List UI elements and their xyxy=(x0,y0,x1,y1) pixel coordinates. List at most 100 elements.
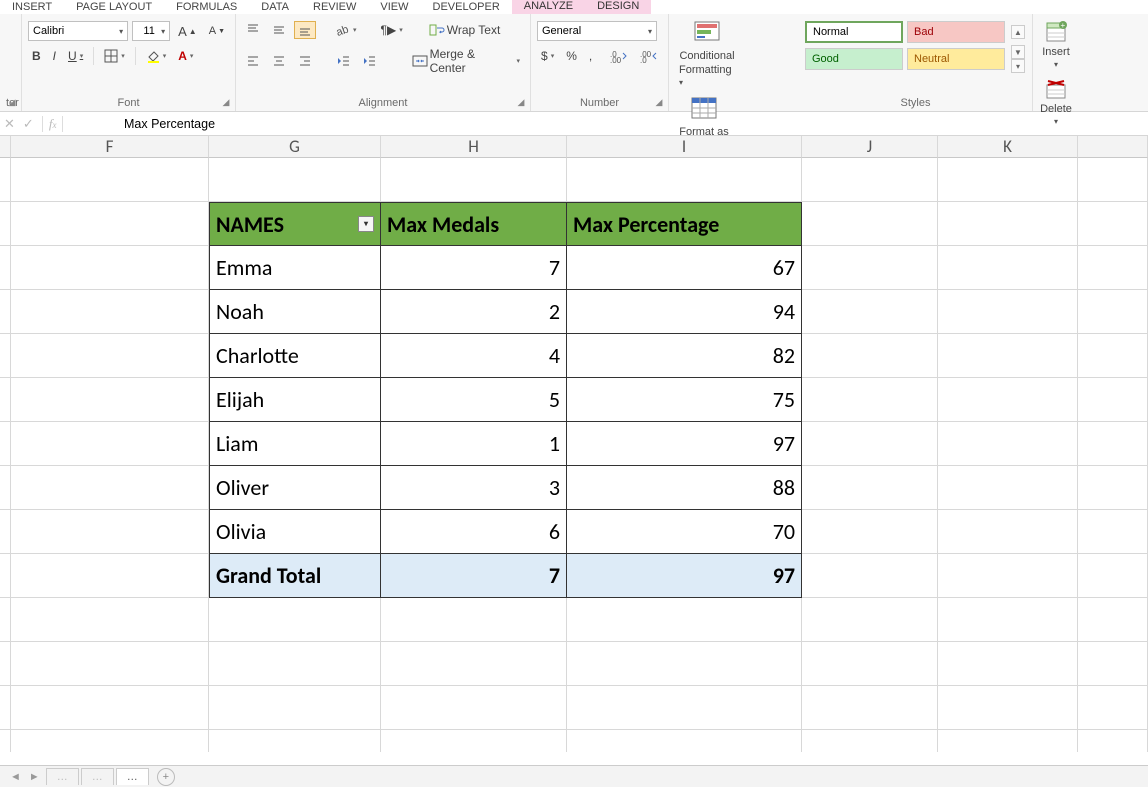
pivot-cell-medals: 6 xyxy=(381,510,567,554)
tab-insert[interactable]: INSERT xyxy=(0,1,64,14)
tab-design[interactable]: DESIGN xyxy=(585,0,651,14)
pivot-cell-medals: 2 xyxy=(381,290,567,334)
style-bad[interactable]: Bad xyxy=(907,21,1005,43)
sheet-nav-prev[interactable]: ◄ xyxy=(6,771,25,783)
col-header-G[interactable]: G xyxy=(209,136,381,158)
pivot-row[interactable]: Olivia670 xyxy=(209,510,802,554)
col-header-F[interactable]: F xyxy=(11,136,209,158)
font-dialog-launcher[interactable]: ◢ xyxy=(221,97,231,107)
borders-icon xyxy=(104,49,118,63)
align-right-icon xyxy=(298,54,312,68)
percent-format-button[interactable]: % xyxy=(562,47,581,65)
col-header-partial2[interactable] xyxy=(1078,136,1148,158)
pivot-grand-total-row[interactable]: Grand Total 7 97 xyxy=(209,554,802,598)
align-right-button[interactable] xyxy=(294,52,316,70)
enter-formula-icon[interactable]: ✓ xyxy=(23,116,34,132)
increase-decimal-button[interactable]: .0.00 xyxy=(606,47,632,65)
col-header-H[interactable]: H xyxy=(381,136,567,158)
text-direction-button[interactable]: ¶▶▾ xyxy=(377,21,407,39)
orientation-button[interactable]: ab▾ xyxy=(332,21,361,39)
pivot-header-medals[interactable]: Max Medals xyxy=(381,202,567,246)
cancel-formula-icon[interactable]: ✕ xyxy=(4,116,15,132)
style-normal[interactable]: Normal xyxy=(805,21,903,43)
font-color-button[interactable]: A ▾ xyxy=(174,47,197,65)
align-center-icon xyxy=(272,54,286,68)
col-header-K[interactable]: K xyxy=(938,136,1078,158)
style-neutral[interactable]: Neutral xyxy=(907,48,1005,70)
align-bottom-button[interactable] xyxy=(294,21,316,39)
align-center-button[interactable] xyxy=(268,52,290,70)
pivot-cell-pct: 94 xyxy=(567,290,802,334)
pivot-row[interactable]: Elijah575 xyxy=(209,378,802,422)
increase-indent-button[interactable] xyxy=(358,52,380,70)
styles-expand[interactable]: ▾ xyxy=(1011,59,1025,73)
styles-scroll-up[interactable]: ▲ xyxy=(1011,25,1025,39)
pivot-cell-name: Olivia xyxy=(209,510,381,554)
merge-center-button[interactable]: Merge & Center ▾ xyxy=(408,45,524,77)
font-size-select[interactable]: 11 ▾ xyxy=(132,21,170,41)
worksheet-grid[interactable]: F G H I J K NAMES ▾ Max Medals Max Perce… xyxy=(0,136,1148,752)
number-dialog-launcher[interactable]: ◢ xyxy=(654,97,664,107)
tab-data[interactable]: DATA xyxy=(249,1,301,14)
sheet-tab-2[interactable]: … xyxy=(81,768,114,785)
comma-format-button[interactable]: , xyxy=(585,47,596,65)
accounting-format-button[interactable]: $▾ xyxy=(537,47,558,65)
tab-analyze[interactable]: ANALYZE xyxy=(512,0,585,14)
sheet-tab-1[interactable]: … xyxy=(46,768,79,785)
styles-scroll-down[interactable]: ▼ xyxy=(1011,45,1025,59)
increase-font-button[interactable]: A▲ xyxy=(174,22,201,41)
pivot-row[interactable]: Emma767 xyxy=(209,246,802,290)
pivot-header-names[interactable]: NAMES ▾ xyxy=(209,202,381,246)
pivot-header-pct[interactable]: Max Percentage xyxy=(567,202,802,246)
number-format-select[interactable]: General ▾ xyxy=(537,21,657,41)
insert-cells-button[interactable]: + Insert▾ xyxy=(1039,18,1073,71)
sheet-tab-active[interactable]: … xyxy=(116,768,149,785)
clipboard-dialog-launcher[interactable]: ◢ xyxy=(7,97,17,107)
font-name-select[interactable]: Calibri ▾ xyxy=(28,21,128,41)
merge-icon xyxy=(412,54,428,68)
align-middle-button[interactable] xyxy=(268,21,290,39)
delete-cells-button[interactable]: Delete▾ xyxy=(1039,75,1073,128)
tab-developer[interactable]: DEVELOPER xyxy=(421,1,512,14)
col-header-partial[interactable] xyxy=(0,136,11,158)
pivot-row[interactable]: Noah294 xyxy=(209,290,802,334)
pivot-cell-name: Elijah xyxy=(209,378,381,422)
formula-input[interactable] xyxy=(118,115,1148,133)
align-left-button[interactable] xyxy=(242,52,264,70)
tab-review[interactable]: REVIEW xyxy=(301,1,368,14)
fx-icon[interactable]: fx xyxy=(42,116,64,132)
alignment-dialog-launcher[interactable]: ◢ xyxy=(516,97,526,107)
col-header-I[interactable]: I xyxy=(567,136,802,158)
sheet-nav-next[interactable]: ► xyxy=(25,771,44,783)
pivot-row[interactable]: Charlotte482 xyxy=(209,334,802,378)
merge-center-label: Merge & Center xyxy=(430,47,514,75)
pivot-total-label: Grand Total xyxy=(209,554,381,598)
align-bottom-icon xyxy=(298,23,312,37)
fill-color-button[interactable]: ▾ xyxy=(142,47,171,65)
pivot-row[interactable]: Oliver388 xyxy=(209,466,802,510)
style-good[interactable]: Good xyxy=(805,48,903,70)
pivot-cell-name: Noah xyxy=(209,290,381,334)
tab-formulas[interactable]: FORMULAS xyxy=(164,1,249,14)
bold-button[interactable]: B xyxy=(28,47,45,65)
wrap-text-button[interactable]: Wrap Text xyxy=(425,21,505,39)
tab-view[interactable]: VIEW xyxy=(368,1,420,14)
pivot-filter-button[interactable]: ▾ xyxy=(358,216,374,232)
delete-cells-label: Delete xyxy=(1040,103,1072,115)
group-number: General ▾ $▾ % , .0.00 .00.0 Number ◢ xyxy=(531,14,669,111)
decrease-indent-button[interactable] xyxy=(332,52,354,70)
italic-button[interactable]: I xyxy=(49,47,60,65)
decrease-decimal-button[interactable]: .00.0 xyxy=(636,47,662,65)
pivot-row[interactable]: Liam197 xyxy=(209,422,802,466)
conditional-formatting-button[interactable]: Conditional Formatting ▾ xyxy=(675,18,739,90)
tab-page-layout[interactable]: PAGE LAYOUT xyxy=(64,1,164,14)
pivot-cell-name: Oliver xyxy=(209,466,381,510)
underline-button[interactable]: U▾ xyxy=(64,47,87,65)
new-sheet-button[interactable]: + xyxy=(157,768,175,786)
decrease-font-button[interactable]: A▼ xyxy=(205,23,229,39)
format-as-table-icon xyxy=(690,96,718,124)
pivot-table[interactable]: NAMES ▾ Max Medals Max Percentage Emma76… xyxy=(209,202,802,598)
col-header-J[interactable]: J xyxy=(802,136,938,158)
align-top-button[interactable] xyxy=(242,21,264,39)
borders-button[interactable]: ▾ xyxy=(100,47,129,65)
